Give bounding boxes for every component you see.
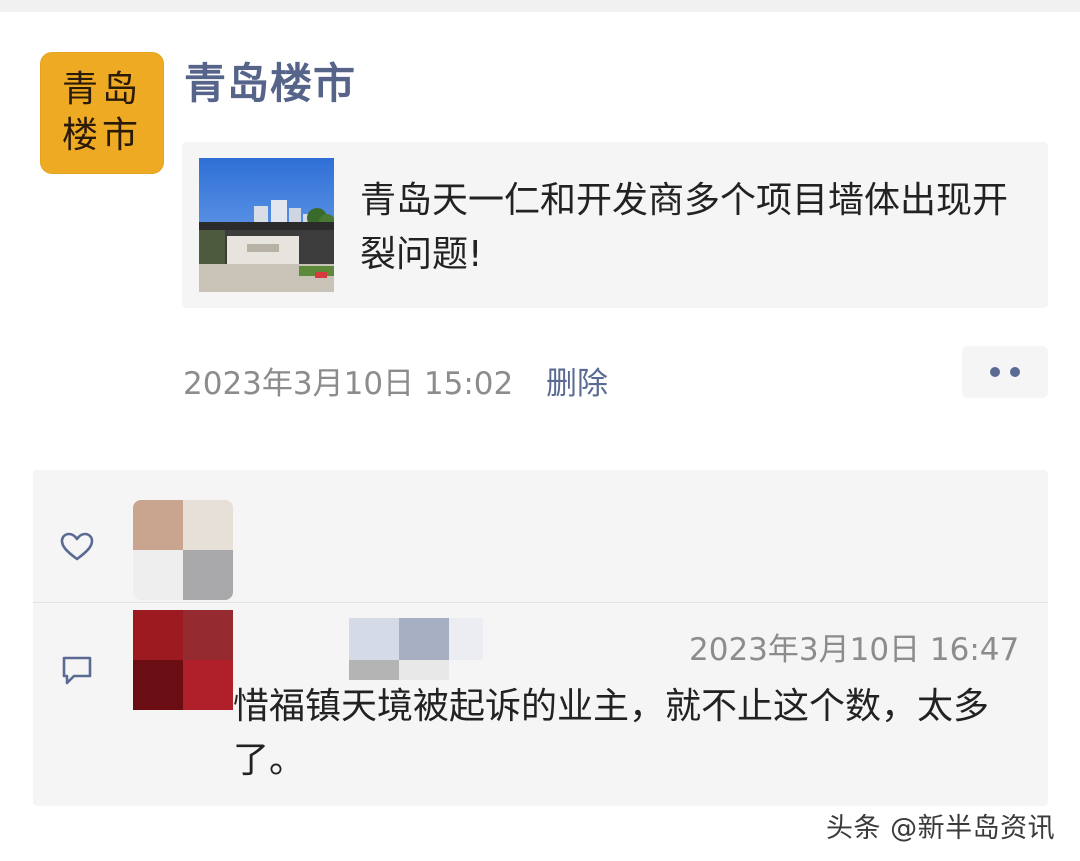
delete-link[interactable]: 删除: [546, 358, 608, 403]
source-watermark: 头条 @新半岛资讯: [826, 813, 1056, 844]
article-title: 青岛天一仁和开发商多个项目墙体出现开裂问题!: [360, 180, 1009, 275]
avatar-text-line2: 楼市: [61, 115, 142, 156]
comment-timestamp: 2023年3月10日 16:47: [689, 632, 1020, 668]
likes-row: [33, 470, 1048, 602]
commenter-name-blurred[interactable]: [349, 618, 483, 680]
commenter-avatar-blurred[interactable]: [133, 610, 233, 710]
more-button[interactable]: [962, 346, 1048, 398]
avatar-text-line1: 青岛: [61, 69, 142, 110]
divider: [33, 602, 1048, 603]
shared-article-card[interactable]: 青岛天一仁和开发商多个项目墙体出现开裂问题!: [182, 142, 1048, 308]
liker-avatar-blurred[interactable]: [133, 500, 233, 600]
interaction-panel: 2023年3月10日 16:47 惜福镇天境被起诉的业主，就不止这个数，太多了。: [33, 470, 1048, 806]
post-timestamp: 2023年3月10日 15:02: [183, 366, 514, 402]
account-name[interactable]: 青岛楼市: [184, 50, 356, 111]
comment-text: 惜福镇天境被起诉的业主，就不止这个数，太多了。: [233, 686, 990, 781]
account-avatar[interactable]: 青岛 楼市: [40, 52, 164, 174]
more-dots-icon-2: [1010, 367, 1020, 377]
more-dots-icon: [990, 367, 1000, 377]
comment-icon: [62, 656, 92, 685]
top-strip: [0, 0, 1080, 12]
article-thumbnail: [199, 158, 334, 292]
heart-icon: [60, 532, 94, 561]
